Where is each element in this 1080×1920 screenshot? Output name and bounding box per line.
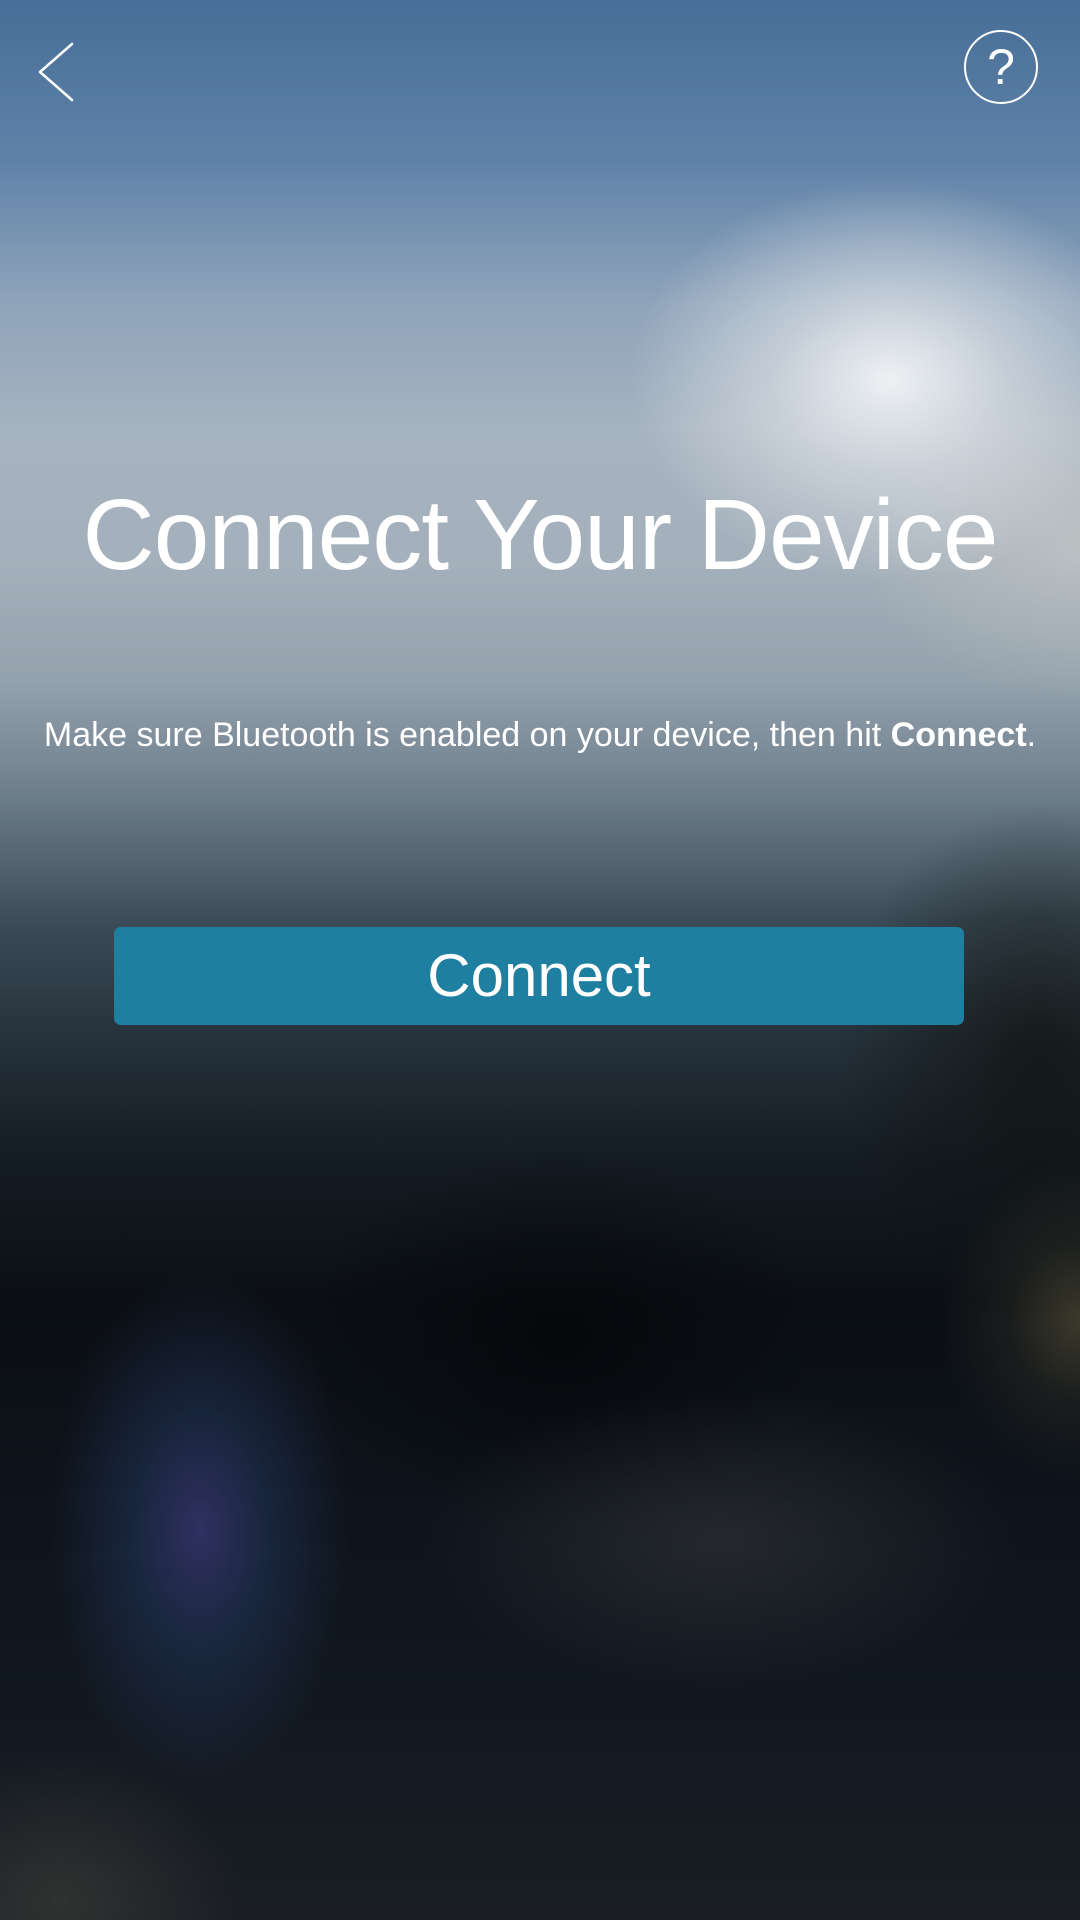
instruction-prefix: Make sure Bluetooth is enabled on your d… [43, 716, 891, 754]
chevron-left-icon [38, 42, 74, 102]
connect-button[interactable]: Connect [114, 927, 964, 1025]
instruction-emphasis: Connect [890, 716, 1027, 754]
connect-device-screen: ? Connect Your Device Make sure Bluetoot… [0, 0, 1080, 1920]
page-title: Connect Your Device [82, 479, 999, 591]
instruction-text: Make sure Bluetooth is enabled on your d… [0, 713, 1080, 757]
instruction-suffix: . [1026, 716, 1037, 754]
help-button[interactable]: ? [964, 30, 1038, 104]
question-mark-icon: ? [987, 39, 1015, 95]
back-button[interactable] [28, 38, 88, 106]
